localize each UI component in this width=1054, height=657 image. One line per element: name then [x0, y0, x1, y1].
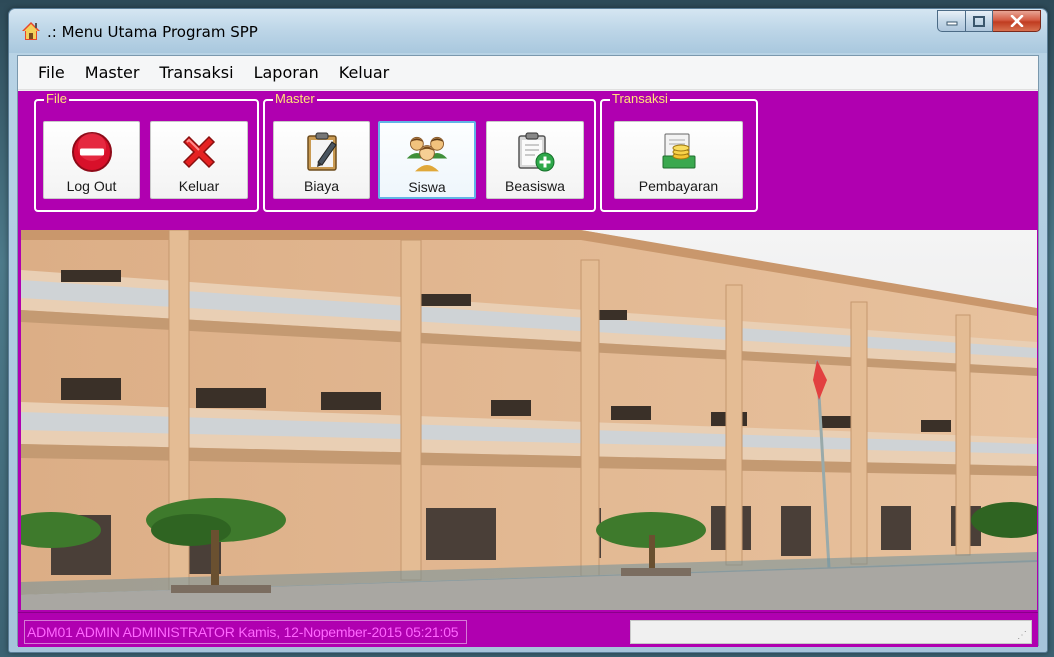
- menu-laporan[interactable]: Laporan: [244, 63, 329, 82]
- menu-keluar[interactable]: Keluar: [329, 63, 400, 82]
- school-building-image: [21, 230, 1037, 610]
- biaya-button[interactable]: Biaya: [273, 121, 370, 199]
- close-button[interactable]: [993, 10, 1041, 32]
- group-file-label: File: [44, 91, 69, 106]
- siswa-button[interactable]: Siswa: [378, 121, 476, 199]
- group-master: Master Biaya Siswa Beasiswa: [263, 92, 596, 212]
- clipboard-pen-icon: [306, 132, 337, 171]
- minimize-icon: [946, 21, 957, 26]
- biaya-label: Biaya: [303, 178, 340, 194]
- title-bar[interactable]: .: Menu Utama Program SPP: [9, 9, 1047, 53]
- pembayaran-button[interactable]: Pembayaran: [614, 121, 743, 199]
- clipboard-add-icon: [518, 132, 555, 172]
- keluar-button[interactable]: Keluar: [150, 121, 248, 199]
- close-icon: [1010, 15, 1023, 27]
- status-bar: ADM01 ADMIN ADMINISTRATOR Kamis, 12-Nope…: [18, 612, 1038, 647]
- maximize-button[interactable]: [966, 10, 993, 32]
- window-controls: [937, 10, 1041, 32]
- minimize-button[interactable]: [937, 10, 966, 32]
- close-x-icon: [182, 135, 216, 169]
- picture-panel: [18, 220, 1038, 612]
- status-text: ADM01 ADMIN ADMINISTRATOR Kamis, 12-Nope…: [27, 624, 459, 640]
- maximize-icon: [973, 15, 985, 27]
- main-form: File Master Transaksi Laporan Keluar Fil…: [17, 55, 1039, 647]
- logout-icon: [71, 132, 112, 172]
- siswa-label: Siswa: [408, 179, 446, 195]
- status-panel-user: ADM01 ADMIN ADMINISTRATOR Kamis, 12-Nope…: [24, 620, 468, 644]
- home-icon: [22, 22, 40, 40]
- group-file: File Log Out Keluar: [34, 92, 259, 212]
- logout-button[interactable]: Log Out: [43, 121, 140, 199]
- resize-grip-icon[interactable]: ⋰: [1017, 630, 1027, 641]
- menu-file[interactable]: File: [28, 63, 75, 82]
- beasiswa-label: Beasiswa: [505, 178, 565, 194]
- logout-label: Log Out: [66, 178, 117, 194]
- group-master-label: Master: [273, 91, 317, 106]
- menu-bar: File Master Transaksi Laporan Keluar: [18, 56, 1038, 90]
- school-building-illustration: [21, 230, 1037, 610]
- payment-icon: [662, 133, 695, 169]
- menu-transaksi[interactable]: Transaksi: [149, 63, 243, 82]
- users-group-icon: [406, 136, 448, 172]
- group-transaksi: Transaksi Pembayaran: [600, 92, 758, 212]
- group-transaksi-label: Transaksi: [610, 91, 670, 106]
- beasiswa-button[interactable]: Beasiswa: [486, 121, 584, 199]
- toolbar-panel: File Log Out Keluar Master Biaya Siswa B…: [18, 91, 1038, 220]
- keluar-label: Keluar: [178, 178, 220, 194]
- app-window: .: Menu Utama Program SPP File Master Tr…: [8, 8, 1048, 653]
- pembayaran-label: Pembayaran: [638, 178, 719, 194]
- menu-master[interactable]: Master: [75, 63, 150, 82]
- window-title: .: Menu Utama Program SPP: [47, 23, 258, 41]
- status-panel-empty: ⋰: [630, 620, 1032, 644]
